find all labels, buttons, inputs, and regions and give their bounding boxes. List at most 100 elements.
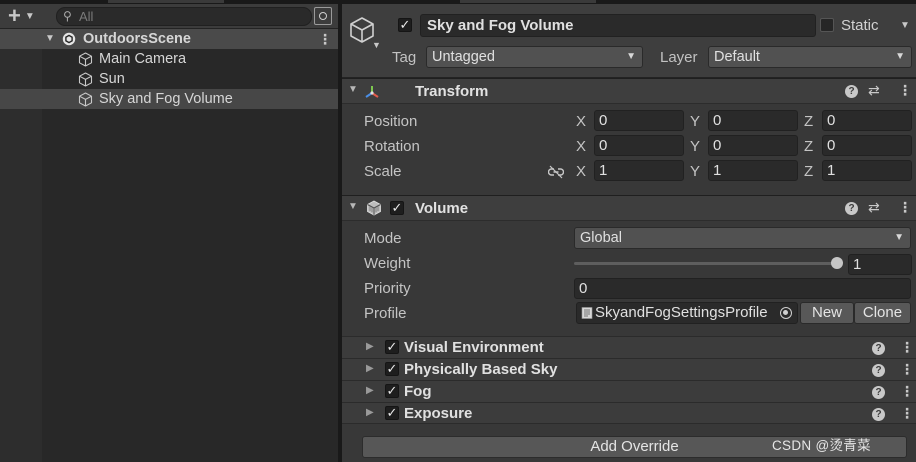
presets-icon[interactable]: ⇄ xyxy=(868,199,880,216)
gameobject-header: ▼ ✓ Sky and Fog Volume Static ▼ Tag Unta… xyxy=(342,4,916,78)
override-fog[interactable]: ▶ ✓ Fog ? ⋮ xyxy=(342,380,916,402)
axis-z-label[interactable]: Z xyxy=(804,138,813,155)
hierarchy-item-sun[interactable]: Sun xyxy=(0,69,338,89)
component-title: Transform xyxy=(415,83,489,100)
static-checkbox[interactable] xyxy=(820,18,834,32)
override-exposure[interactable]: ▶ ✓ Exposure ? ⋮ xyxy=(342,402,916,424)
chevron-down-icon: ▼ xyxy=(895,51,905,62)
rotation-label: Rotation xyxy=(364,138,420,155)
override-title: Exposure xyxy=(404,405,473,422)
clone-profile-button[interactable]: Clone xyxy=(854,302,911,324)
fold-closed-icon[interactable]: ▶ xyxy=(366,407,374,418)
help-icon[interactable]: ? xyxy=(872,408,885,421)
override-menu-icon[interactable]: ⋮ xyxy=(900,383,914,400)
override-enabled-checkbox[interactable]: ✓ xyxy=(385,362,399,376)
axis-z-label[interactable]: Z xyxy=(804,163,813,180)
help-icon[interactable]: ? xyxy=(872,386,885,399)
rotation-x-field[interactable]: 0 xyxy=(594,135,684,156)
hierarchy-search[interactable]: ⚲ xyxy=(56,7,312,26)
weight-field[interactable]: 1 xyxy=(848,254,912,275)
hierarchy-item-sky-and-fog-volume[interactable]: Sky and Fog Volume xyxy=(0,89,338,109)
hierarchy-item-label: Sky and Fog Volume xyxy=(99,91,233,107)
component-menu-icon[interactable]: ⋮ xyxy=(898,199,912,216)
create-dropdown-button[interactable]: + ▼ xyxy=(6,3,46,28)
override-title: Visual Environment xyxy=(404,339,544,356)
constrain-proportions-icon[interactable] xyxy=(548,165,564,179)
axis-y-label[interactable]: Y xyxy=(690,113,700,130)
hierarchy-toolbar: + ▼ ⚲ xyxy=(0,4,338,29)
component-menu-icon[interactable]: ⋮ xyxy=(898,82,912,99)
axis-y-label[interactable]: Y xyxy=(690,138,700,155)
scale-z-field[interactable]: 1 xyxy=(822,160,912,181)
rotation-y-field[interactable]: 0 xyxy=(708,135,798,156)
rotation-z-field[interactable]: 0 xyxy=(822,135,912,156)
plus-icon: + xyxy=(8,3,21,28)
override-visual-environment[interactable]: ▶ ✓ Visual Environment ? ⋮ xyxy=(342,336,916,358)
fold-open-icon[interactable]: ▼ xyxy=(348,201,358,212)
fold-closed-icon[interactable]: ▶ xyxy=(366,363,374,374)
static-label: Static xyxy=(841,17,879,34)
tag-value: Untagged xyxy=(432,49,495,65)
mode-dropdown[interactable]: Global ▼ xyxy=(574,227,911,249)
fold-open-icon[interactable]: ▼ xyxy=(348,84,358,95)
override-menu-icon[interactable]: ⋮ xyxy=(900,405,914,422)
profile-label: Profile xyxy=(364,305,407,322)
position-z-field[interactable]: 0 xyxy=(822,110,912,131)
override-enabled-checkbox[interactable]: ✓ xyxy=(385,384,399,398)
override-enabled-checkbox[interactable]: ✓ xyxy=(385,340,399,354)
axis-x-label[interactable]: X xyxy=(576,138,586,155)
priority-field[interactable]: 0 xyxy=(574,278,911,299)
gameobject-cube-icon xyxy=(78,52,93,67)
fold-open-icon[interactable]: ▼ xyxy=(45,29,55,49)
weight-slider-track[interactable] xyxy=(574,262,838,265)
axis-x-label[interactable]: X xyxy=(576,113,586,130)
chevron-down-icon[interactable]: ▼ xyxy=(900,20,910,31)
volume-component-header[interactable]: ▼ ✓ Volume ? ⇄ ⋮ xyxy=(342,195,916,221)
override-physically-based-sky[interactable]: ▶ ✓ Physically Based Sky ? ⋮ xyxy=(342,358,916,380)
hierarchy-item-main-camera[interactable]: Main Camera xyxy=(0,49,338,69)
presets-icon[interactable]: ⇄ xyxy=(868,82,880,99)
tag-dropdown[interactable]: Untagged ▼ xyxy=(426,46,643,68)
override-menu-icon[interactable]: ⋮ xyxy=(900,339,914,356)
fold-closed-icon[interactable]: ▶ xyxy=(366,385,374,396)
layer-value: Default xyxy=(714,49,760,65)
object-picker-icon[interactable] xyxy=(780,307,792,319)
scene-menu-icon[interactable]: ⋮ xyxy=(318,29,332,49)
help-icon[interactable]: ? xyxy=(845,202,858,215)
priority-label: Priority xyxy=(364,280,411,297)
watermark-text: CSDN @烫青菜 xyxy=(772,438,871,453)
profile-object-field[interactable]: SkyandFogSettingsProfile xyxy=(576,302,798,324)
scene-visibility-icon[interactable] xyxy=(314,7,332,25)
position-x-field[interactable]: 0 xyxy=(594,110,684,131)
override-enabled-checkbox[interactable]: ✓ xyxy=(385,406,399,420)
inspector-panel: ▼ ✓ Sky and Fog Volume Static ▼ Tag Unta… xyxy=(342,0,916,462)
volume-enabled-checkbox[interactable]: ✓ xyxy=(390,201,404,215)
axis-x-label[interactable]: X xyxy=(576,163,586,180)
transform-component-header[interactable]: ▼ Transform ? ⇄ ⋮ xyxy=(342,78,916,104)
position-y-field[interactable]: 0 xyxy=(708,110,798,131)
help-icon[interactable]: ? xyxy=(845,85,858,98)
scene-row[interactable]: ▼ OutdoorsScene ⋮ xyxy=(0,29,338,49)
help-icon[interactable]: ? xyxy=(872,364,885,377)
axis-z-label[interactable]: Z xyxy=(804,113,813,130)
scale-x-field[interactable]: 1 xyxy=(594,160,684,181)
layer-dropdown[interactable]: Default ▼ xyxy=(708,46,912,68)
gameobject-name-field[interactable]: Sky and Fog Volume xyxy=(420,14,816,37)
search-input[interactable] xyxy=(79,8,304,25)
override-menu-icon[interactable]: ⋮ xyxy=(900,361,914,378)
fold-closed-icon[interactable]: ▶ xyxy=(366,341,374,352)
profile-name: SkyandFogSettingsProfile xyxy=(595,304,768,321)
scene-name: OutdoorsScene xyxy=(83,31,191,47)
layer-label: Layer xyxy=(660,49,698,66)
help-icon[interactable]: ? xyxy=(872,342,885,355)
gameobject-cube-icon xyxy=(78,72,93,87)
scriptable-object-icon xyxy=(581,307,593,319)
scale-label: Scale xyxy=(364,163,402,180)
axis-y-label[interactable]: Y xyxy=(690,163,700,180)
unity-scene-icon xyxy=(62,32,76,46)
chevron-down-icon[interactable]: ▼ xyxy=(372,40,381,50)
weight-slider-thumb[interactable] xyxy=(831,257,843,269)
new-profile-button[interactable]: New xyxy=(800,302,854,324)
scale-y-field[interactable]: 1 xyxy=(708,160,798,181)
active-checkbox[interactable]: ✓ xyxy=(398,18,412,32)
